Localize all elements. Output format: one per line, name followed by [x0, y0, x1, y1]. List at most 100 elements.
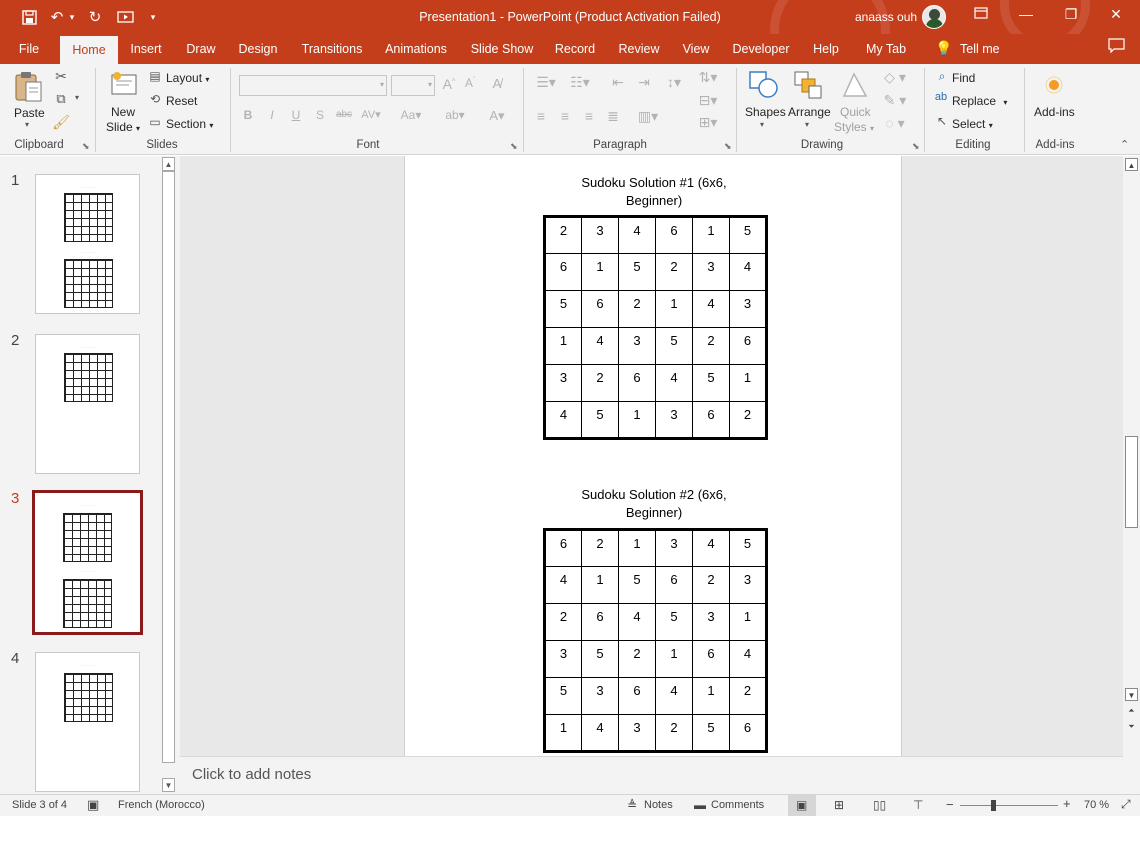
bullets-icon[interactable]: ☰▾ [532, 74, 560, 91]
replace-button[interactable]: Replace ▾ [952, 94, 1007, 108]
reset-button[interactable]: Reset [166, 94, 197, 108]
cut-icon[interactable]: ✂ [52, 68, 70, 85]
tab-developer[interactable]: Developer [728, 34, 794, 64]
collapse-ribbon-icon[interactable]: ⌃ [1120, 138, 1129, 151]
section-button[interactable]: Section ▾ [166, 117, 213, 131]
notes-placeholder[interactable]: Click to add notes [192, 766, 311, 783]
avatar[interactable] [922, 5, 946, 29]
shape-fill-icon[interactable]: ◇ ▾ [880, 69, 910, 86]
scroll-up-icon[interactable]: ▲ [1125, 158, 1138, 171]
thumbnail-scrollbar[interactable]: ▲ ▼ [160, 156, 177, 794]
arrange-icon[interactable] [793, 70, 823, 103]
language-indicator[interactable]: French (Morocco) [118, 799, 205, 811]
quick-styles-label[interactable]: Quick [840, 105, 871, 119]
arrange-dropdown-icon[interactable]: ▾ [805, 120, 809, 129]
font-launcher-icon[interactable]: ⬊ [510, 141, 518, 152]
clear-formatting-icon[interactable]: A̸ [488, 76, 506, 91]
font-color-icon[interactable]: A▾ [482, 108, 512, 124]
zoom-slider-handle[interactable] [991, 800, 996, 811]
tab-review[interactable]: Review [614, 34, 664, 64]
paste-icon[interactable] [14, 70, 44, 107]
new-slide-dropdown[interactable]: Slide ▾ [106, 120, 140, 134]
shapes-icon[interactable] [748, 70, 780, 103]
puzzle-title-2[interactable]: Sudoku Solution #2 (6x6, Beginner) [539, 486, 769, 522]
find-icon[interactable]: ⌕ [934, 69, 950, 84]
select-button[interactable]: Select ▾ [952, 117, 993, 131]
undo-dropdown-icon[interactable]: ▾ [66, 7, 78, 27]
change-case-icon[interactable]: Aa▾ [396, 108, 426, 122]
notes-button[interactable]: Notes [644, 799, 673, 811]
section-icon[interactable]: ▭ [147, 115, 163, 129]
paste-button[interactable]: Paste [14, 106, 45, 120]
scroll-down-icon[interactable]: ▼ [1125, 688, 1138, 701]
slide-thumbnail-1[interactable]: · · · · · · · · · · · · · · · · · · · · [35, 174, 140, 314]
fit-to-window-icon[interactable]: ⤢ [1121, 797, 1131, 812]
align-left-icon[interactable]: ≡ [532, 108, 550, 124]
slide-thumbnail-3[interactable]: · · · · · · · · · · · · · · · · [32, 490, 143, 635]
line-spacing-icon[interactable]: ↕▾ [660, 74, 688, 91]
spelling-check-icon[interactable]: ▣ [87, 797, 99, 813]
tab-design[interactable]: Design [234, 34, 282, 64]
slide-show-icon[interactable]: ⊤ [913, 798, 923, 812]
drawing-launcher-icon[interactable]: ⬊ [912, 141, 920, 152]
bold-icon[interactable]: B [241, 108, 255, 122]
find-button[interactable]: Find [952, 71, 975, 85]
tab-file[interactable]: File [10, 34, 48, 64]
scroll-thumb[interactable] [162, 171, 175, 763]
puzzle-title-1[interactable]: Sudoku Solution #1 (6x6, Beginner) [539, 174, 769, 210]
replace-icon[interactable]: ab [932, 91, 950, 103]
tab-slide-show[interactable]: Slide Show [467, 34, 537, 64]
increase-indent-icon[interactable]: ⇥ [634, 74, 654, 91]
font-size-combo[interactable]: ▾ [391, 75, 435, 96]
add-ins-icon[interactable] [1045, 76, 1063, 97]
zoom-out-icon[interactable]: − [946, 797, 954, 812]
undo-icon[interactable]: ↶ [48, 7, 66, 27]
layout-button[interactable]: Layout ▾ [166, 71, 209, 85]
slide-thumbnail-4[interactable]: · · · · · · · · · [35, 652, 140, 792]
tab-my-tab[interactable]: My Tab [858, 34, 914, 64]
layout-icon[interactable]: ▤ [147, 69, 163, 83]
comment-icon[interactable] [1108, 38, 1125, 57]
customize-toolbar-icon[interactable]: ▾ [146, 7, 160, 27]
copy-dropdown-icon[interactable]: ▾ [72, 93, 82, 102]
paragraph-launcher-icon[interactable]: ⬊ [724, 141, 732, 152]
columns-icon[interactable]: ▥▾ [632, 108, 664, 125]
repeat-icon[interactable]: ↻ [85, 7, 105, 27]
tab-insert[interactable]: Insert [124, 34, 168, 64]
slide-thumbnail-2[interactable]: · · · · · · · · · · [35, 334, 140, 474]
align-center-icon[interactable]: ≡ [556, 108, 574, 124]
decrease-font-icon[interactable]: Aˇ [462, 76, 478, 90]
arrange-button[interactable]: Arrange [788, 105, 831, 119]
justify-icon[interactable]: ≣ [604, 108, 622, 125]
close-icon[interactable]: ✕ [1101, 6, 1131, 26]
zoom-level[interactable]: 70 % [1084, 799, 1109, 811]
tab-animations[interactable]: Animations [380, 34, 452, 64]
sudoku-grid-2[interactable]: 621345415623264531352164536412143256 [543, 528, 768, 753]
format-painter-icon[interactable]: 🖌 [52, 114, 70, 131]
tab-transitions[interactable]: Transitions [296, 34, 368, 64]
zoom-slider[interactable] [960, 805, 1058, 806]
highlight-icon[interactable]: ab▾ [440, 108, 470, 122]
text-direction-icon[interactable]: ⇅▾ [694, 69, 722, 86]
start-from-beginning-icon[interactable] [114, 7, 136, 27]
align-text-icon[interactable]: ⊟▾ [694, 92, 722, 109]
strikethrough-icon[interactable]: abc [335, 109, 353, 120]
next-slide-icon[interactable]: ⏷ [1125, 720, 1138, 733]
shapes-dropdown-icon[interactable]: ▾ [760, 120, 764, 129]
underline-icon[interactable]: U [289, 108, 303, 122]
quick-styles-icon[interactable] [840, 70, 870, 103]
zoom-in-icon[interactable]: + [1063, 796, 1071, 811]
italic-icon[interactable]: I [265, 108, 279, 122]
smartart-icon[interactable]: ⊞▾ [694, 114, 722, 131]
increase-font-icon[interactable]: A^ [441, 76, 457, 92]
scroll-down-icon[interactable]: ▼ [162, 778, 175, 792]
save-icon[interactable] [18, 7, 40, 27]
scroll-up-icon[interactable]: ▲ [162, 157, 175, 171]
tab-draw[interactable]: Draw [180, 34, 222, 64]
ribbon-display-options-icon[interactable] [966, 6, 996, 26]
restore-icon[interactable]: ❐ [1056, 6, 1086, 26]
character-spacing-icon[interactable]: AV▾ [360, 108, 382, 121]
reading-view-icon[interactable]: ▯▯ [873, 798, 886, 812]
shadow-icon[interactable]: S [313, 108, 327, 122]
new-slide-icon[interactable] [109, 70, 139, 103]
